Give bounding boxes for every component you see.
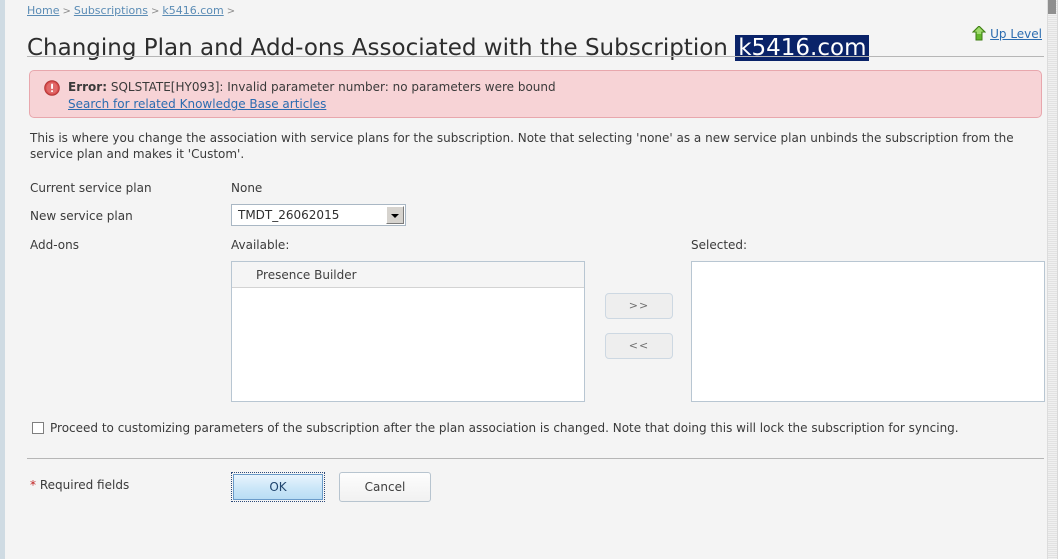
breadcrumb: Home > Subscriptions > k5416.com > [27, 4, 238, 18]
selected-label: Selected: [691, 238, 748, 252]
new-plan-select[interactable]: TMDT_26062015 [231, 204, 406, 226]
available-label: Available: [231, 238, 290, 252]
up-arrow-icon [972, 26, 987, 41]
new-plan-selected-value: TMDT_26062015 [238, 208, 340, 222]
scrollbar-thumb[interactable] [1048, 0, 1056, 14]
available-addons-listbox[interactable]: Presence Builder [231, 261, 585, 402]
kb-search-link[interactable]: Search for related Knowledge Base articl… [68, 97, 326, 111]
remove-addon-button[interactable]: << [605, 333, 673, 359]
title-divider [27, 56, 1044, 57]
proceed-checkbox-row[interactable]: Proceed to customizing parameters of the… [30, 421, 1040, 439]
breadcrumb-separator: > [62, 6, 71, 17]
error-detail: SQLSTATE[HY093]: Invalid parameter numbe… [110, 80, 556, 94]
ok-button-label: OK [233, 474, 323, 500]
error-text: Error: SQLSTATE[HY093]: Invalid paramete… [68, 79, 556, 96]
page-title-text: Changing Plan and Add-ons Associated wit… [27, 35, 728, 62]
error-message-box: Error: SQLSTATE[HY093]: Invalid paramete… [29, 70, 1042, 118]
page-title: Changing Plan and Add-ons Associated wit… [27, 33, 870, 63]
vertical-scrollbar[interactable] [1047, 0, 1057, 559]
add-addon-button[interactable]: >> [605, 293, 673, 319]
new-plan-label: New service plan [30, 209, 133, 223]
breadcrumb-item-home[interactable]: Home [27, 4, 59, 17]
required-star: * [30, 478, 36, 492]
breadcrumb-separator-trailing: > [226, 6, 236, 17]
error-exclamation-icon [44, 80, 60, 96]
error-kb-link-wrap: Search for related Knowledge Base articl… [68, 96, 326, 113]
selected-addons-listbox[interactable] [691, 261, 1045, 402]
error-label: Error: [68, 80, 107, 94]
cancel-button[interactable]: Cancel [339, 472, 431, 502]
up-level-link[interactable]: Up Level [972, 26, 1042, 41]
up-level-label[interactable]: Up Level [990, 27, 1042, 41]
required-fields-label: Required fields [39, 478, 130, 492]
title-row: Changing Plan and Add-ons Associated wit… [27, 18, 1043, 62]
breadcrumb-separator: > [150, 6, 160, 17]
ok-button[interactable]: OK [231, 472, 325, 502]
proceed-checkbox-label: Proceed to customizing parameters of the… [50, 421, 959, 435]
current-plan-label: Current service plan [30, 181, 152, 195]
page-title-subscription-name: k5416.com [735, 35, 870, 62]
addons-label: Add-ons [30, 238, 79, 252]
breadcrumb-item-k5416[interactable]: k5416.com [162, 4, 223, 17]
current-plan-value: None [231, 181, 263, 195]
page-frame: Home > Subscriptions > k5416.com > Changing P… [0, 0, 1058, 559]
footer-divider [27, 458, 1044, 459]
required-fields-note: * Required fields [30, 478, 129, 492]
page-content: Home > Subscriptions > k5416.com > Changing P… [10, 0, 1054, 559]
breadcrumb-item-subscriptions[interactable]: Subscriptions [74, 4, 148, 17]
page-description: This is where you change the association… [30, 131, 1014, 161]
proceed-checkbox[interactable] [32, 422, 44, 434]
chevron-down-icon[interactable] [386, 206, 404, 224]
list-item[interactable]: Presence Builder [232, 262, 584, 288]
